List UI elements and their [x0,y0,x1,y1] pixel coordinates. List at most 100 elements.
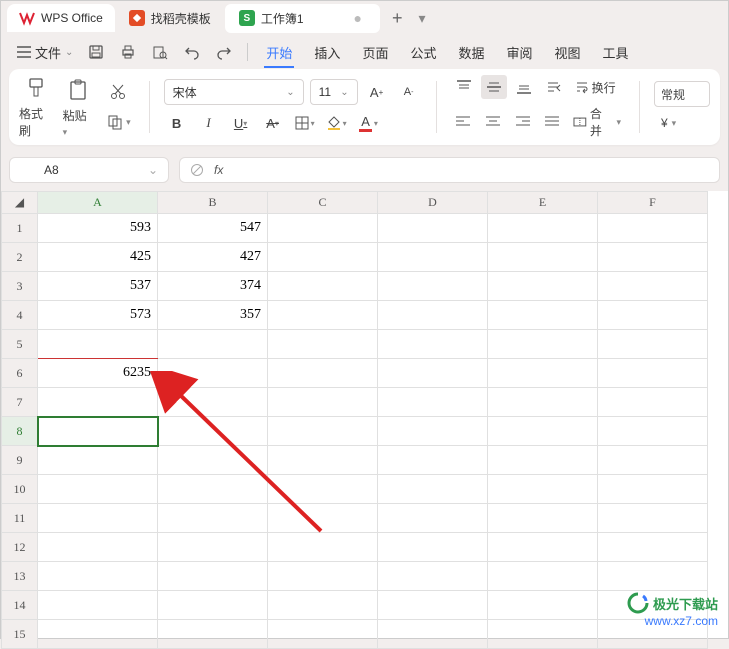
menu-home[interactable]: 开始 [256,37,302,68]
row-header[interactable]: 8 [2,417,38,446]
cell-A5[interactable] [38,330,158,359]
align-bottom-button[interactable] [511,75,537,99]
cut-button[interactable] [102,80,135,104]
paste-icon [66,77,90,103]
format-painter-group[interactable]: 格式刷 [19,75,55,139]
paste-group[interactable]: 粘贴 ▾ [63,77,95,138]
menu-separator [247,43,248,61]
select-all-corner[interactable]: ◢ [2,192,38,214]
watermark: 极光下载站 www.xz7.com [627,592,718,628]
row-header[interactable]: 3 [2,272,38,301]
font-name-value: 宋体 [173,84,197,101]
col-header-C[interactable]: C [268,192,378,214]
menu-page[interactable]: 页面 [352,37,398,68]
name-box[interactable]: A8 ⌄ [9,157,169,183]
row-header[interactable]: 6 [2,359,38,388]
merge-button[interactable]: 合并▾ [569,105,625,139]
cell-A8[interactable] [38,417,158,446]
decrease-font-button[interactable]: A- [396,80,422,104]
save-button[interactable] [81,37,111,67]
tab-workbook[interactable]: S 工作簿1 ● [225,4,380,33]
watermark-url: www.xz7.com [645,614,718,628]
top-tab-bar: WPS Office 找稻壳模板 S 工作簿1 ● + ▾ [1,1,728,35]
cell-A2[interactable]: 425 [38,243,158,272]
strikethrough-button[interactable]: A ▾ [260,111,286,135]
menu-insert[interactable]: 插入 [304,37,350,68]
redo-button[interactable] [209,37,239,67]
row-header[interactable]: 10 [2,475,38,504]
font-color-button[interactable]: A ▾ [356,111,382,135]
italic-button[interactable]: I [196,111,222,135]
cell-A1[interactable]: 593 [38,214,158,243]
justify-button[interactable] [540,110,566,134]
tab-template[interactable]: 找稻壳模板 [119,6,221,31]
menu-tools[interactable]: 工具 [593,37,639,68]
undo-button[interactable] [177,37,207,67]
number-format-group: 常规 ¥▾ [654,81,710,133]
menu-review[interactable]: 审阅 [496,37,542,68]
tab-dirty-dot[interactable]: ● [350,10,366,26]
col-header-B[interactable]: B [158,192,268,214]
cell-B4[interactable]: 357 [158,301,268,330]
row-header[interactable]: 2 [2,243,38,272]
col-header-A[interactable]: A [38,192,158,214]
ribbon-toolbar: 格式刷 粘贴 ▾ ▾ 宋体 ⌄ 11⌄ A+ A- B I [9,69,720,145]
hamburger-icon [17,46,31,58]
tab-add-button[interactable]: + [384,8,411,29]
bold-button[interactable]: B [164,111,190,135]
border-button[interactable]: ▾ [292,111,318,135]
file-menu-arrow: ⌄ [65,47,73,58]
orientation-button[interactable] [541,75,567,99]
print-button[interactable] [113,37,143,67]
align-right-button[interactable] [510,110,536,134]
wrap-text-button[interactable]: 换行 [571,79,620,96]
tab-workbook-label: 工作簿1 [261,10,304,27]
fill-color-button[interactable]: ▾ [324,111,350,135]
col-header-F[interactable]: F [598,192,708,214]
name-box-value: A8 [44,163,59,177]
font-name-combo[interactable]: 宋体 ⌄ [164,79,304,105]
row-header[interactable]: 13 [2,562,38,591]
row-header[interactable]: 9 [2,446,38,475]
row-header[interactable]: 12 [2,533,38,562]
cancel-icon [190,163,204,177]
menu-formula[interactable]: 公式 [400,37,446,68]
chevron-down-icon: ⌄ [286,87,294,98]
menu-view[interactable]: 视图 [545,37,591,68]
cell-A3[interactable]: 537 [38,272,158,301]
increase-font-button[interactable]: A+ [364,80,390,104]
row-header[interactable]: 7 [2,388,38,417]
cell-B1[interactable]: 547 [158,214,268,243]
print-preview-button[interactable] [145,37,175,67]
row-header[interactable]: 14 [2,591,38,620]
col-header-E[interactable]: E [488,192,598,214]
row-header[interactable]: 4 [2,301,38,330]
underline-button[interactable]: U ▾ [228,111,254,135]
font-size-combo[interactable]: 11⌄ [310,79,358,105]
cell-B3[interactable]: 374 [158,272,268,301]
align-left-button[interactable] [451,110,477,134]
align-middle-button[interactable] [481,75,507,99]
formula-bar[interactable]: fx [179,157,720,183]
spreadsheet-grid[interactable]: ◢ A B C D E F 1593547 2425427 3537374 45… [1,191,728,638]
row-header[interactable]: 11 [2,504,38,533]
format-painter-label: 格式刷 [19,105,55,139]
cell-B2[interactable]: 427 [158,243,268,272]
app-tab-wps[interactable]: WPS Office [7,4,115,32]
align-center-button[interactable] [480,110,506,134]
row-header[interactable]: 5 [2,330,38,359]
row-header[interactable]: 1 [2,214,38,243]
cell-A4[interactable]: 573 [38,301,158,330]
align-top-button[interactable] [451,75,477,99]
tab-add-dropdown[interactable]: ▾ [414,10,429,27]
copy-button[interactable]: ▾ [102,110,135,134]
watermark-title: 极光下载站 [653,594,718,613]
menu-data[interactable]: 数据 [448,37,494,68]
file-menu[interactable]: 文件 ⌄ [11,39,79,66]
font-group: 宋体 ⌄ 11⌄ A+ A- B I U ▾ A ▾ ▾ ▾ A ▾ [164,79,422,135]
row-header[interactable]: 15 [2,620,38,649]
number-format-combo[interactable]: 常规 [654,81,710,107]
cell-A6[interactable]: 6235 [38,359,158,388]
col-header-D[interactable]: D [378,192,488,214]
currency-button[interactable]: ¥▾ [654,113,710,133]
